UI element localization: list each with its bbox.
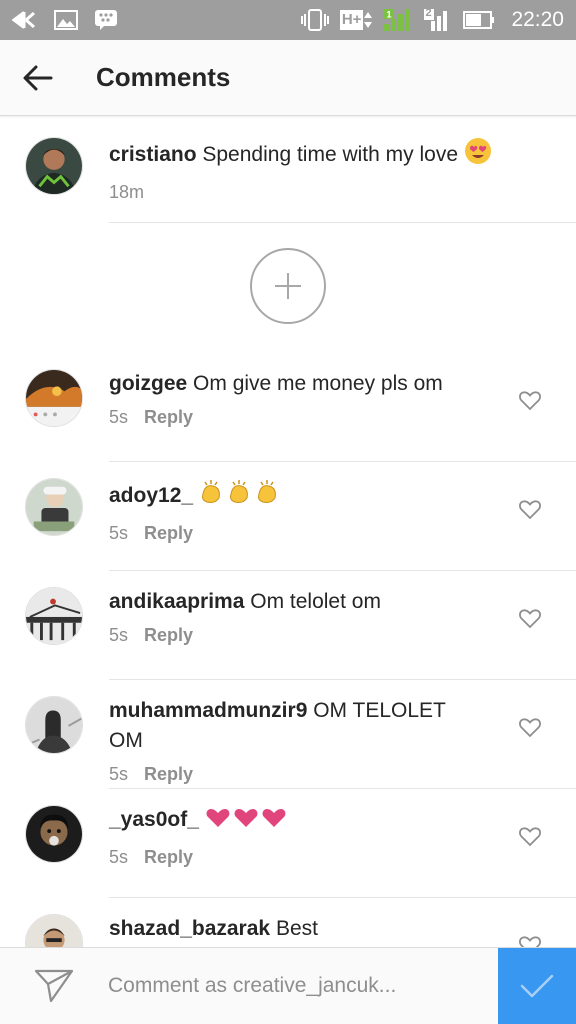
app-bar: Comments [0,40,576,116]
avatar[interactable] [25,137,83,195]
comment-username[interactable]: andikaaprima [109,590,244,613]
post-comment-button[interactable] [498,947,576,1024]
plus-icon [275,273,301,299]
like-heart-icon[interactable] [518,933,542,947]
avatar[interactable] [25,369,83,427]
page-title: Comments [96,62,231,92]
like-heart-icon[interactable] [518,715,542,739]
paper-plane-icon [34,969,74,1003]
comment-text: Om give me money pls om [193,372,443,395]
avatar[interactable] [25,914,83,947]
comment-item: adoy12_ 5s Reply [0,462,576,571]
comment-item: _yas0of_ 5s Reply [0,789,576,898]
comment-composer [0,947,576,1024]
comment-username[interactable]: goizgee [109,372,187,395]
reply-button[interactable]: Reply [144,764,193,785]
caption-username[interactable]: cristiano [109,143,197,166]
avatar[interactable] [25,805,83,863]
comment-time: 5s [109,407,129,427]
like-heart-icon[interactable] [518,824,542,848]
direct-share-button[interactable] [0,948,108,1024]
clapping-hands-emoji-icon [199,478,283,515]
network-type-label: H+ [339,10,364,30]
comment-username[interactable]: adoy12_ [109,484,193,507]
comment-time: 5s [109,764,129,784]
comment-text: Best [275,917,318,940]
reply-button[interactable]: Reply [144,625,193,646]
avatar[interactable] [25,696,83,754]
status-time: 22:20 [511,8,564,31]
comment-item: andikaaprima Om telolet om 5s Reply [0,571,576,680]
bbm-icon [94,8,118,32]
reply-button[interactable]: Reply [144,523,193,544]
avatar[interactable] [25,478,83,536]
like-heart-icon[interactable] [518,388,542,412]
reply-button[interactable]: Reply [144,847,193,868]
gallery-icon [54,8,78,32]
vibrate-icon [300,8,330,32]
signal-sim2-icon: 2 [423,7,453,32]
comment-item: muhammadmunzir9 OM TELOLET OM 5s Reply [0,680,576,789]
divider [109,222,576,223]
caption-text: Spending time with my love [202,143,458,166]
comment-item: shazad_bazarak Best [0,898,576,947]
like-heart-icon[interactable] [518,497,542,521]
comment-input[interactable] [108,947,498,1024]
checkmark-icon [520,974,554,998]
comment-username[interactable]: _yas0of_ [109,808,199,831]
heart-eyes-emoji-icon [464,137,492,174]
comment-time: 5s [109,847,129,867]
hearts-emoji-icon [205,806,289,839]
svg-text:1: 1 [387,10,392,20]
load-more-comments-button[interactable] [250,248,326,324]
comments-list[interactable]: cristiano Spending time with my love 18m… [0,117,576,947]
comment-username[interactable]: muhammadmunzir9 [109,699,307,722]
comment-username[interactable]: shazad_bazarak [109,917,270,940]
caption-time: 18m [109,182,145,202]
back-arrow-icon [23,65,53,90]
back-button[interactable] [0,40,76,116]
comment-text: Om telolet om [250,590,381,613]
post-caption: cristiano Spending time with my love 18m [0,117,576,223]
comment-time: 5s [109,625,129,645]
comment-item: goizgee Om give me money pls om 5s Reply [0,353,576,462]
battery-icon [463,8,495,32]
app-notification-icon [12,8,38,32]
network-type-icon: H+ [339,8,374,32]
like-heart-icon[interactable] [518,606,542,630]
reply-button[interactable]: Reply [144,407,193,428]
load-more-row [0,223,576,353]
comment-time: 5s [109,523,129,543]
sim2-label: 2 [425,7,432,19]
avatar[interactable] [25,587,83,645]
signal-sim1-icon: 1 [383,8,413,32]
status-bar: H+ 1 2 22:20 [0,0,576,40]
